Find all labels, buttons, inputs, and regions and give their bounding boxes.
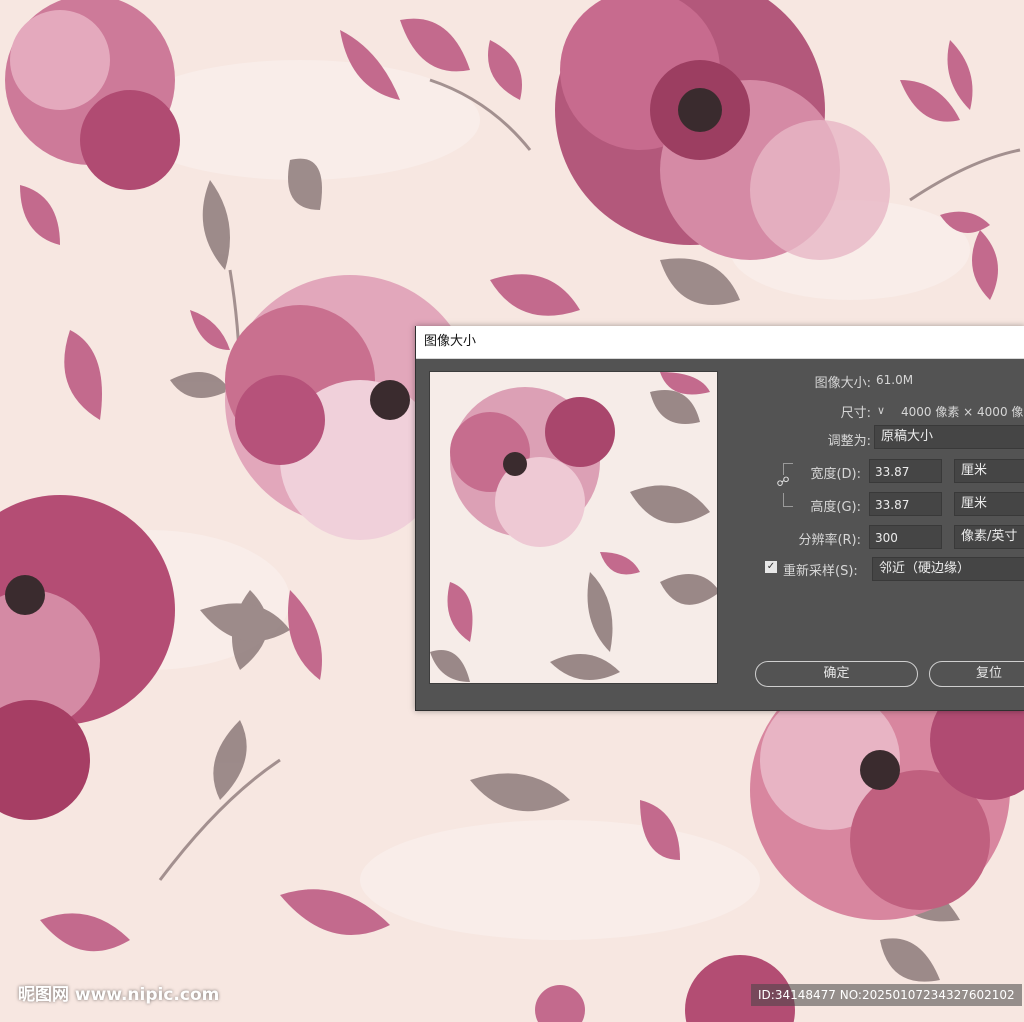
- reset-button[interactable]: 复位: [929, 661, 1024, 687]
- image-preview[interactable]: [429, 371, 718, 684]
- height-input[interactable]: 33.87: [869, 492, 942, 516]
- width-input[interactable]: 33.87: [869, 459, 942, 483]
- site-watermark: 昵图网 www.nipic.com: [18, 985, 220, 1005]
- width-unit-select[interactable]: 厘米: [954, 459, 1024, 483]
- image-size-dialog: 图像大小 图像大小: 61.0M 尺寸: ∨ 4000 像素 × 4000 像素…: [415, 326, 1024, 711]
- resample-checkbox[interactable]: ✓: [765, 561, 777, 573]
- resample-label: 重新采样(S):: [783, 564, 858, 579]
- resolution-input[interactable]: 300: [869, 525, 942, 549]
- image-id-tag: ID:34148477 NO:20250107234327602102: [751, 984, 1022, 1006]
- dimensions-dropdown-icon[interactable]: ∨: [877, 404, 885, 417]
- image-size-value: 61.0M: [876, 373, 914, 387]
- dimensions-value: 4000 像素 × 4000 像素: [901, 405, 1024, 419]
- fit-to-label: 调整为:: [827, 434, 871, 449]
- width-label: 宽度(D):: [810, 467, 861, 482]
- ok-button[interactable]: 确定: [755, 661, 918, 687]
- resolution-unit-select[interactable]: 像素/英寸: [954, 525, 1024, 549]
- fit-to-select[interactable]: 原稿大小: [874, 425, 1024, 449]
- resample-method-select[interactable]: 邻近（硬边缘）: [872, 557, 1024, 581]
- height-label: 高度(G):: [810, 500, 861, 515]
- dimensions-label: 尺寸:: [840, 406, 871, 421]
- resolution-label: 分辨率(R):: [798, 533, 861, 548]
- image-size-label: 图像大小:: [814, 376, 871, 391]
- dialog-title: 图像大小: [416, 326, 1024, 359]
- height-unit-select[interactable]: 厘米: [954, 492, 1024, 516]
- preview-artwork: [430, 372, 717, 683]
